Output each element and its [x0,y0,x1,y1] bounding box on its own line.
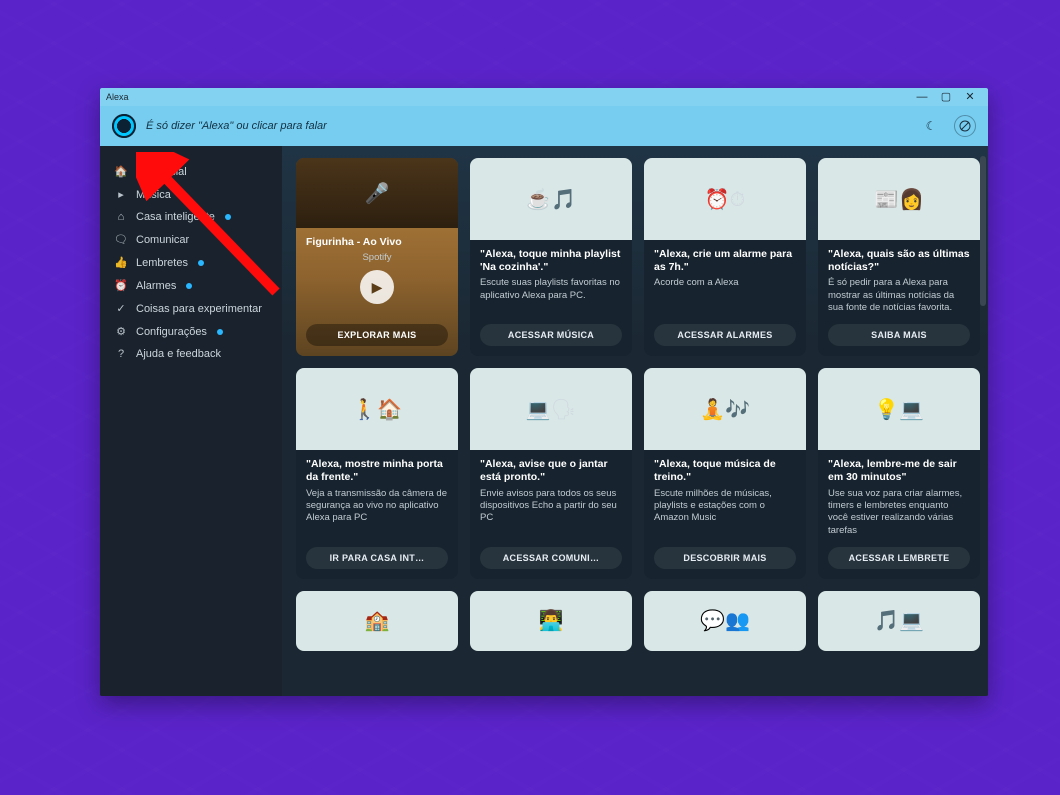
card-desc: Acorde com a Alexa [654,277,796,289]
card-suggestion[interactable]: ⏰⏱ "Alexa, crie um alarme para as 7h." A… [644,158,806,356]
sidebar: 🏠 Tela inicial ▸ Música ⌂ Casa inteligen… [100,146,282,696]
play-icon: ▸ [114,188,128,201]
card-button[interactable]: ACESSAR MÚSICA [480,324,622,346]
card-suggestion[interactable]: ☕🎵 "Alexa, toque minha playlist 'Na cozi… [470,158,632,356]
sidebar-item-alarms[interactable]: ⏰ Alarmes [108,274,276,297]
home-icon: 🏠 [114,165,128,178]
card-desc: Escute suas playlists favoritas no aplic… [480,277,622,302]
sidebar-item-label: Casa inteligente [136,211,215,223]
card-title: "Alexa, mostre minha porta da frente." [306,458,448,484]
card-title: "Alexa, avise que o jantar está pronto." [480,458,622,484]
sidebar-item-label: Comunicar [136,234,189,246]
card-illustration: 💡💻 [818,368,980,450]
maximize-button[interactable]: ▢ [934,88,958,106]
card-suggestion[interactable]: 🧘🎶 "Alexa, toque música de treino." Escu… [644,368,806,579]
gear-icon: ⚙ [114,325,128,338]
card-desc: É só pedir para a Alexa para mostrar as … [828,277,970,314]
sidebar-item-label: Lembretes [136,257,188,269]
card-illustration: 💬👥 [644,591,806,651]
scrollbar[interactable] [980,156,986,686]
card-title: "Alexa, crie um alarme para as 7h." [654,248,796,274]
card-suggestion-partial[interactable]: 👨‍💻 [470,591,632,651]
notification-dot [217,329,223,335]
card-illustration: 🎵💻 [818,591,980,651]
card-button[interactable]: ACESSAR COMUNI… [480,547,622,569]
card-illustration: 👨‍💻 [470,591,632,651]
card-grid: 🎤 Figurinha - Ao Vivo Spotify ▶ EXPLORAR… [296,158,974,651]
window-title: Alexa [106,92,129,102]
sidebar-item-label: Ajuda e feedback [136,348,221,360]
close-button[interactable]: ✕ [958,88,982,106]
card-illustration: ⏰⏱ [644,158,806,240]
app-window: Alexa — ▢ ✕ É só dizer "Alexa" ou clicar… [100,88,988,696]
card-button[interactable]: EXPLORAR MAIS [306,324,448,346]
card-button[interactable]: ACESSAR ALARMES [654,324,796,346]
card-desc: Envie avisos para todos os seus disposit… [480,488,622,525]
sidebar-item-settings[interactable]: ⚙ Configurações [108,320,276,343]
card-suggestion[interactable]: 💡💻 "Alexa, lembre-me de sair em 30 minut… [818,368,980,579]
sidebar-item-smart-home[interactable]: ⌂ Casa inteligente [108,206,276,228]
card-now-playing[interactable]: 🎤 Figurinha - Ao Vivo Spotify ▶ EXPLORAR… [296,158,458,356]
sidebar-item-home[interactable]: 🏠 Tela inicial [108,160,276,183]
card-suggestion[interactable]: 💻🗣 "Alexa, avise que o jantar está pront… [470,368,632,579]
help-icon: ? [114,348,128,360]
notification-dot [181,192,187,198]
content-area: 🎤 Figurinha - Ao Vivo Spotify ▶ EXPLORAR… [282,146,988,696]
card-title: "Alexa, toque minha playlist 'Na cozinha… [480,248,622,274]
card-illustration: 📰👩 [818,158,980,240]
card-suggestion[interactable]: 🚶🏠 "Alexa, mostre minha porta da frente.… [296,368,458,579]
sidebar-item-label: Coisas para experimentar [136,303,262,315]
moon-icon[interactable]: ☾ [920,115,942,137]
album-art: 🎤 [296,158,458,228]
card-illustration: ☕🎵 [470,158,632,240]
card-desc: Veja a transmissão da câmera de seguranç… [306,488,448,525]
card-desc: Escute milhões de músicas, playlists e e… [654,488,796,525]
reminder-icon: 👍 [114,256,128,269]
card-illustration: 💻🗣 [470,368,632,450]
titlebar: Alexa — ▢ ✕ [100,88,988,106]
card-suggestion-partial[interactable]: 🏫 [296,591,458,651]
minimize-button[interactable]: — [910,88,934,106]
sidebar-item-label: Tela inicial [136,166,187,178]
notification-dot [225,214,231,220]
card-suggestion-partial[interactable]: 🎵💻 [818,591,980,651]
card-illustration: 🏫 [296,591,458,651]
card-subtitle: Spotify [306,252,448,264]
sidebar-item-label: Alarmes [136,280,176,292]
card-title: Figurinha - Ao Vivo [306,236,448,249]
card-desc: Use sua voz para criar alarmes, timers e… [828,488,970,537]
sidebar-item-reminders[interactable]: 👍 Lembretes [108,251,276,274]
card-button[interactable]: SAIBA MAIS [828,324,970,346]
voice-prompt-text[interactable]: É só dizer "Alexa" ou clicar para falar [146,120,327,132]
notification-dot [186,283,192,289]
chat-icon: 🗨 [114,233,128,246]
mic-disabled-icon[interactable] [954,115,976,137]
sidebar-item-communicate[interactable]: 🗨 Comunicar [108,228,276,251]
card-title: "Alexa, lembre-me de sair em 30 minutos" [828,458,970,484]
alarm-icon: ⏰ [114,279,128,292]
check-icon: ✓ [114,302,128,315]
house-icon: ⌂ [114,211,128,223]
card-suggestion-partial[interactable]: 💬👥 [644,591,806,651]
card-illustration: 🚶🏠 [296,368,458,450]
sidebar-item-try[interactable]: ✓ Coisas para experimentar [108,297,276,320]
card-title: "Alexa, toque música de treino." [654,458,796,484]
card-button[interactable]: DESCOBRIR MAIS [654,547,796,569]
sidebar-item-label: Configurações [136,326,207,338]
alexa-ring-icon[interactable] [112,114,136,138]
sidebar-item-label: Música [136,189,171,201]
card-title: "Alexa, quais são as últimas notícias?" [828,248,970,274]
card-button[interactable]: IR PARA CASA INT… [306,547,448,569]
sidebar-item-music[interactable]: ▸ Música [108,183,276,206]
notification-dot [198,260,204,266]
play-button-icon[interactable]: ▶ [360,270,394,304]
card-illustration: 🧘🎶 [644,368,806,450]
card-suggestion[interactable]: 📰👩 "Alexa, quais são as últimas notícias… [818,158,980,356]
scroll-thumb[interactable] [980,156,986,306]
card-button[interactable]: ACESSAR LEMBRETE [828,547,970,569]
sidebar-item-help[interactable]: ? Ajuda e feedback [108,343,276,365]
header-bar: É só dizer "Alexa" ou clicar para falar … [100,106,988,146]
